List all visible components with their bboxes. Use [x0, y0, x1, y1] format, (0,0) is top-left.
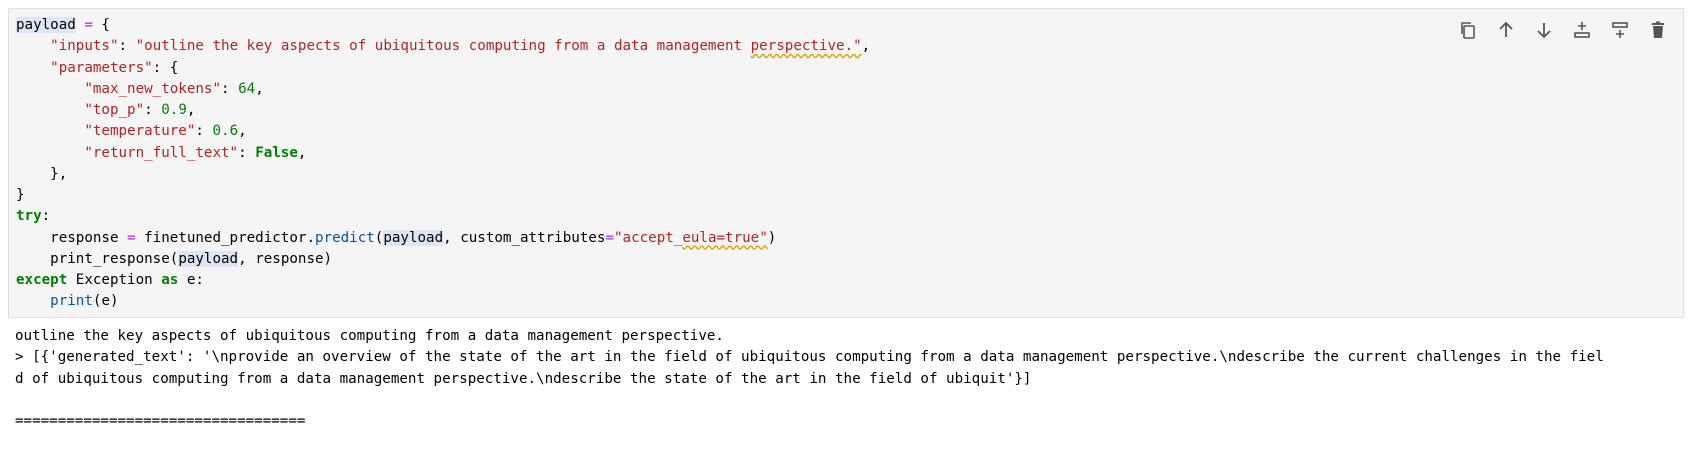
output-line: > [{'generated_text': '\nprovide an over…	[15, 349, 1604, 366]
code-token: =	[605, 229, 614, 246]
code-token: False	[255, 144, 298, 161]
code-token: Exception	[75, 272, 153, 288]
code-token: :	[41, 208, 51, 225]
code-token: : {	[152, 59, 179, 76]
code-token: )	[109, 293, 119, 310]
code-token: "outline the key aspects of ubiquitous c…	[135, 38, 751, 55]
code-token: )	[767, 229, 777, 246]
code-token: "max_new_tokens"	[84, 80, 222, 97]
code-token: print_response	[50, 250, 170, 267]
code-token: e	[101, 293, 110, 310]
code-token: .	[306, 229, 315, 246]
code-cell[interactable]: payload = { "inputs": "outline the key a…	[8, 8, 1684, 318]
code-token: "parameters"	[50, 59, 153, 76]
code-token: ,	[255, 80, 264, 97]
code-token: },	[50, 165, 68, 182]
output-line: d of ubiquitous computing from a data ma…	[15, 370, 1032, 387]
code-token: custom_attributes	[460, 229, 606, 246]
output-separator: ==================================	[15, 413, 306, 429]
code-token: :	[221, 80, 239, 97]
code-token: "accept_	[613, 229, 683, 246]
code-token: finetuned_predictor	[144, 229, 307, 246]
code-token: print	[50, 293, 93, 310]
code-token: as	[161, 272, 179, 288]
insert-above-icon	[1574, 22, 1590, 38]
code-token: payload	[16, 17, 76, 33]
code-token: :	[238, 144, 256, 161]
code-token: :	[195, 123, 213, 140]
code-token: :	[118, 38, 136, 55]
code-token: )	[323, 250, 333, 267]
arrow-up-icon	[1499, 21, 1513, 37]
code-token: ,	[861, 38, 871, 55]
code-token: ,	[186, 102, 196, 118]
cell-output: outline the key aspects of ubiquitous co…	[15, 326, 1687, 432]
code-token: 0.6	[212, 123, 239, 140]
code-token: }	[16, 187, 25, 203]
code-token: predict	[314, 229, 375, 246]
code-token: payload	[178, 250, 239, 267]
code-token: eula=true"	[682, 229, 768, 246]
code-token: response	[50, 229, 119, 246]
code-token: ,	[443, 229, 461, 246]
code-token: :	[195, 272, 204, 288]
code-token: try	[16, 208, 42, 225]
code-token: perspective."	[750, 38, 862, 55]
code-token: payload	[383, 229, 444, 246]
code-token: 64	[238, 80, 256, 97]
delete-cell-button[interactable]	[1645, 17, 1671, 43]
code-editor[interactable]: payload = { "inputs": "outline the key a…	[16, 15, 870, 313]
cell-toolbar	[1455, 17, 1671, 43]
insert-below-button[interactable]	[1607, 17, 1633, 43]
arrow-down-icon	[1537, 23, 1551, 39]
code-token: "return_full_text"	[84, 144, 239, 161]
insert-above-button[interactable]	[1569, 17, 1595, 43]
code-token: {	[101, 17, 110, 33]
code-token: response	[255, 250, 324, 267]
code-token: ,	[238, 250, 256, 267]
copy-icon	[1461, 22, 1475, 39]
code-token: :	[144, 102, 162, 118]
trash-icon	[1652, 21, 1664, 38]
code-token: 0.9	[161, 102, 187, 118]
code-token: "inputs"	[50, 38, 119, 55]
output-line: outline the key aspects of ubiquitous co…	[15, 328, 724, 344]
code-token: ,	[297, 144, 307, 161]
insert-below-icon	[1612, 22, 1628, 38]
copy-cell-button[interactable]	[1455, 17, 1481, 43]
code-token: ,	[238, 123, 247, 140]
code-token: except	[16, 272, 68, 288]
move-up-button[interactable]	[1493, 17, 1519, 43]
code-token: =	[75, 17, 102, 33]
code-token: =	[118, 229, 145, 246]
code-token: "temperature"	[84, 123, 196, 140]
move-down-button[interactable]	[1531, 17, 1557, 43]
code-token: "top_p"	[84, 102, 145, 118]
